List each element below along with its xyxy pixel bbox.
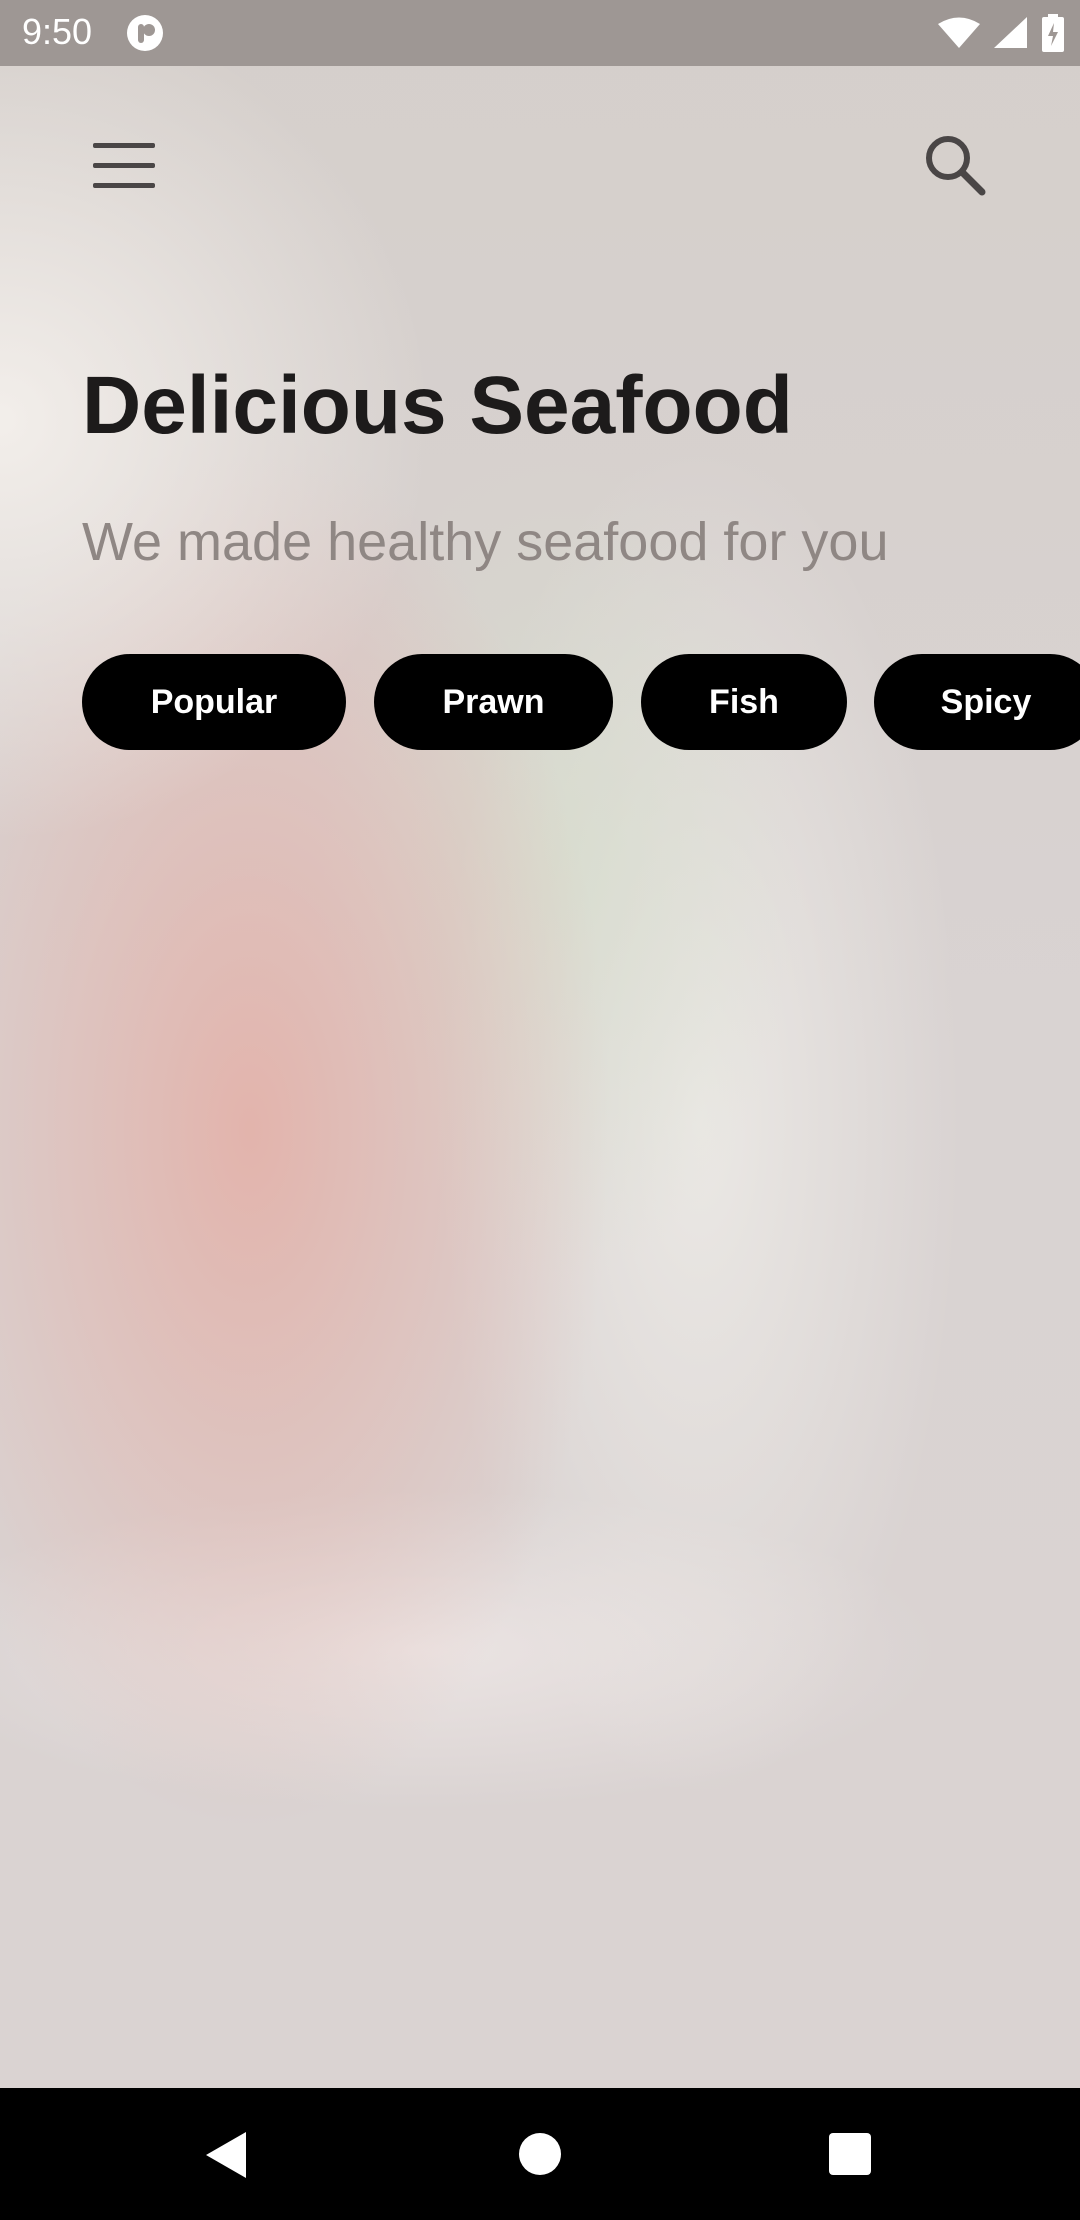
signal-icon [994,17,1027,48]
app-notification-icon [127,15,163,51]
chip-fish[interactable]: Fish [641,654,847,750]
status-time: 9:50 [22,11,93,52]
search-icon [926,136,986,196]
recents-icon[interactable] [829,2133,871,2175]
category-chips: Popular Prawn Fish Spicy [82,654,1080,750]
back-icon[interactable] [202,2130,250,2180]
page-subtitle: We made healthy seafood for you [82,512,889,572]
status-icons [938,12,1064,54]
search-button[interactable] [920,130,990,200]
chip-prawn[interactable]: Prawn [374,654,613,750]
battery-charging-icon [1042,14,1064,52]
hamburger-menu-icon [93,143,155,188]
chip-spicy[interactable]: Spicy [874,654,1080,750]
status-bar: 9:50 [0,0,1080,66]
menu-button[interactable] [86,136,162,196]
chip-popular[interactable]: Popular [82,654,346,750]
wifi-icon [938,17,980,48]
page-title: Delicious Seafood [82,360,793,451]
background-gradient [0,0,1080,2088]
home-icon[interactable] [519,2133,561,2175]
system-navigation-bar [0,2088,1080,2220]
